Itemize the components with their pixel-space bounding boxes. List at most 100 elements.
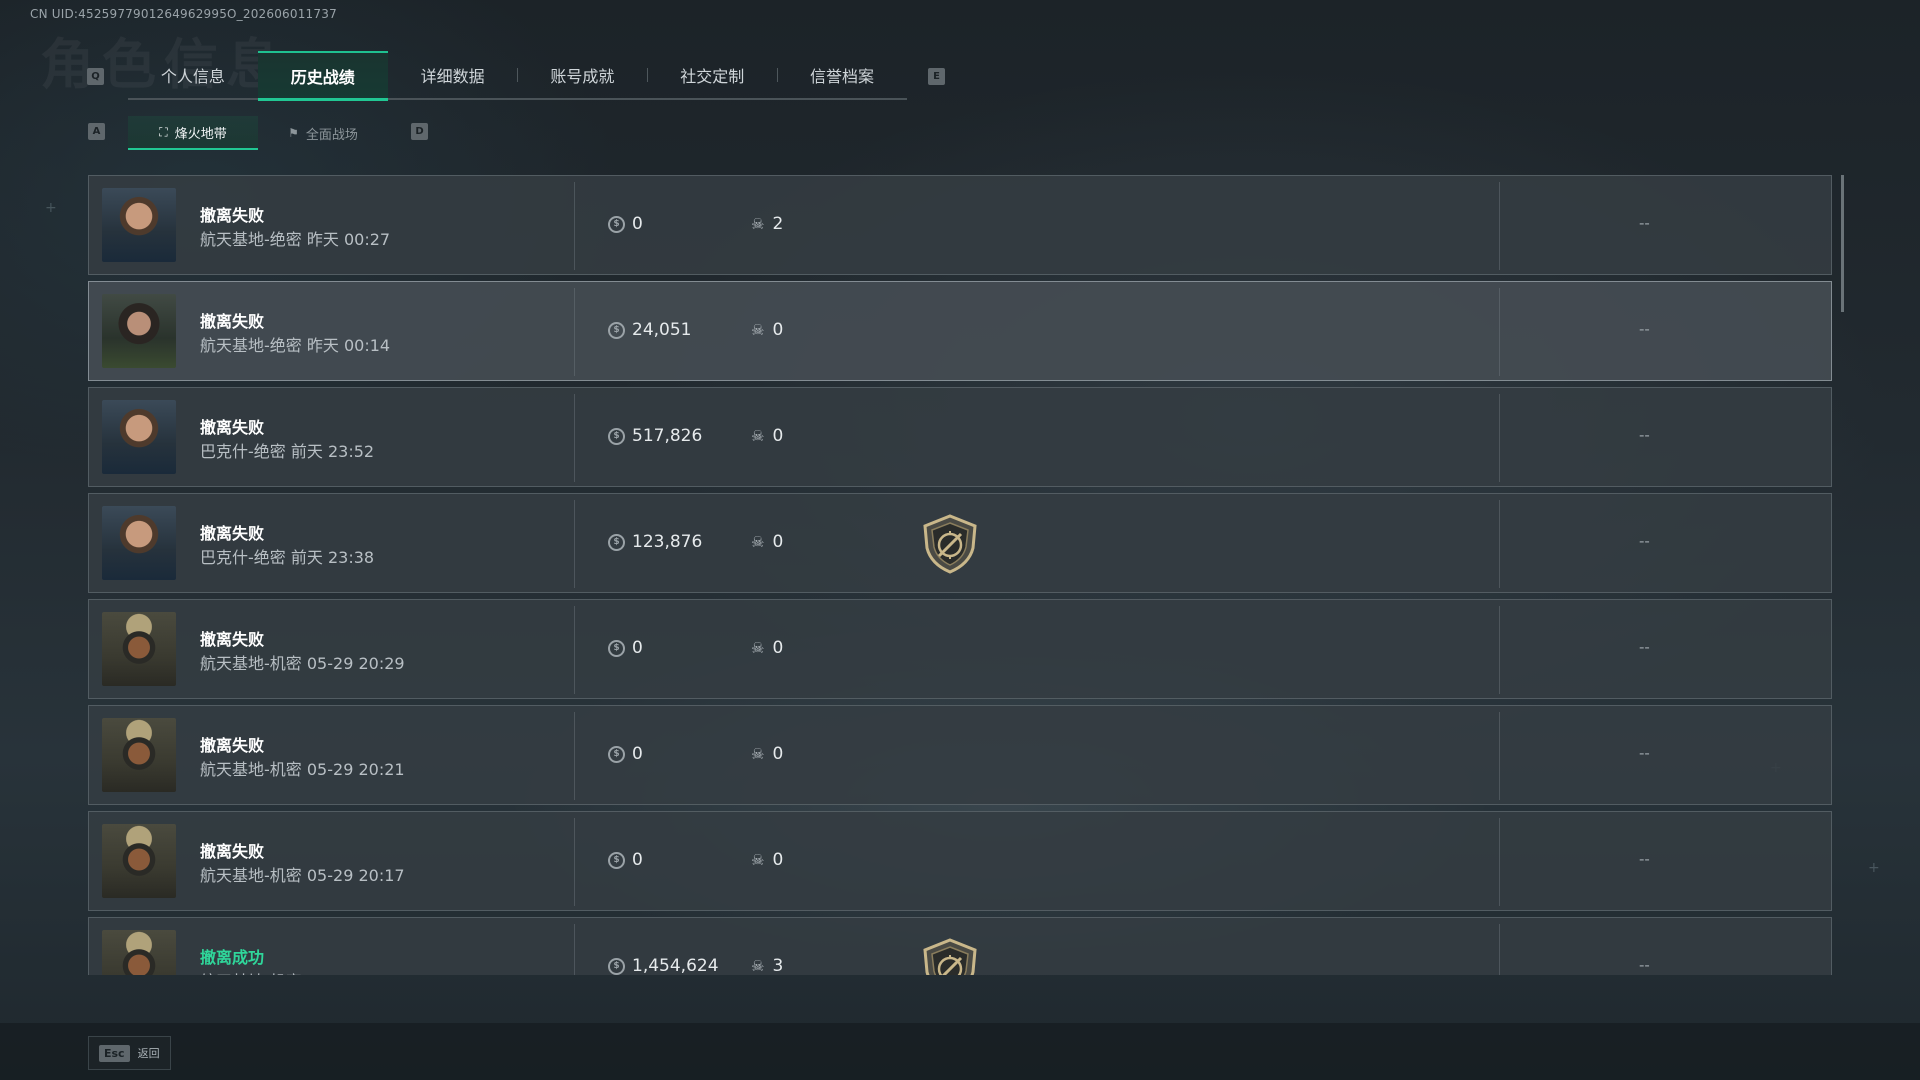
map-name: 航天基地-机密 [200, 972, 302, 975]
kills-value: 0 [772, 744, 784, 764]
match-record-row[interactable]: 撤离失败 航天基地-机密 05-29 20:21 $0 ☠ 0 -- [88, 705, 1832, 805]
match-meta: 航天基地-机密 05-29 20:21 [200, 756, 405, 780]
decor-cross: + [1868, 860, 1880, 876]
money-value: 0 [632, 638, 643, 658]
coin-icon: $ [608, 745, 625, 763]
match-meta: 巴克什-绝密 前天 23:38 [200, 544, 374, 568]
skull-icon: ☠ [751, 215, 765, 233]
extraction-status: 撤离失败 [200, 630, 265, 649]
tab-match-history[interactable]: 历史战绩 [257, 51, 388, 101]
column-divider [574, 712, 575, 800]
coin-icon: $ [608, 639, 625, 657]
kills-value: 0 [772, 532, 784, 552]
skull-icon: ☠ [751, 639, 765, 657]
match-record-row[interactable]: 撤离失败 巴克什-绝密 前天 23:52 $517,826 ☠ 0 -- [88, 387, 1832, 487]
tab-reputation-record[interactable]: 信誉档案 [777, 51, 907, 99]
extraction-status: 撤离失败 [200, 524, 265, 543]
shield-badge-icon[interactable] [921, 514, 979, 574]
money-stat: $0 [608, 744, 643, 764]
column-divider [574, 182, 575, 270]
kills-value: 3 [772, 956, 784, 975]
map-name: 航天基地-绝密 [200, 336, 302, 355]
battlefield-icon: ⚑ [288, 126, 299, 140]
subtab-operations[interactable]: ⛶ 烽火地带 [128, 116, 258, 150]
subtab-warfare[interactable]: ⚑ 全面战场 [258, 116, 388, 150]
match-meta: 航天基地-绝密 昨天 00:27 [200, 226, 390, 250]
extraction-status: 撤离失败 [200, 736, 265, 755]
match-history-list[interactable]: 撤离失败 航天基地-绝密 昨天 00:27 $0 ☠ 2 -- 撤离失败 航天基地-绝密 昨天… [88, 175, 1832, 975]
match-record-row[interactable]: 撤离失败 航天基地-机密 05-29 20:29 $0 ☠ 0 -- [88, 599, 1832, 699]
match-record-row[interactable]: 撤离失败 航天基地-绝密 昨天 00:27 $0 ☠ 2 -- [88, 175, 1832, 275]
tab-social-customization[interactable]: 社交定制 [647, 51, 777, 99]
match-time: 昨天 00:14 [306, 336, 391, 355]
kills-stat: ☠ 0 [751, 532, 783, 552]
extra-value: -- [1639, 638, 1650, 656]
kills-value: 2 [772, 214, 784, 234]
match-record-row[interactable]: 撤离失败 航天基地-绝密 昨天 00:14 $24,051 ☠ 0 -- [88, 281, 1832, 381]
match-record-row[interactable]: 撤离成功航天基地-机密 05-29 19:59$1,454,624☠3-- [88, 917, 1832, 975]
column-divider [1499, 182, 1500, 270]
operator-avatar [102, 294, 176, 368]
extraction-status: 撤离失败 [200, 418, 265, 437]
money-stat: $1,454,624 [608, 956, 719, 975]
match-meta: 巴克什-绝密 前天 23:52 [200, 438, 374, 462]
operator-avatar [102, 824, 176, 898]
shield-badge-icon[interactable] [921, 938, 979, 975]
map-name: 巴克什-绝密 [200, 442, 286, 461]
back-button[interactable]: Esc 返回 [88, 1036, 171, 1070]
kills-value: 0 [772, 426, 784, 446]
mode-subtabs: ⛶ 烽火地带 ⚑ 全面战场 [128, 116, 388, 150]
tab-personal-info[interactable]: 个人信息 [128, 51, 258, 99]
list-scrollbar[interactable] [1841, 175, 1844, 312]
money-value: 0 [632, 850, 643, 870]
column-divider [1499, 500, 1500, 588]
extra-value: -- [1639, 744, 1650, 762]
next-subtab-key-hint[interactable]: D [411, 123, 428, 140]
extraction-status: 撤离失败 [200, 312, 265, 331]
match-time: 05-29 20:21 [306, 760, 405, 779]
money-value: 1,454,624 [632, 956, 719, 975]
coin-icon: $ [608, 851, 625, 869]
kills-stat: ☠ 0 [751, 426, 783, 446]
match-meta: 航天基地-机密 05-29 20:29 [200, 650, 405, 674]
esc-key-hint: Esc [99, 1044, 130, 1062]
map-name: 航天基地-机密 [200, 866, 302, 885]
extra-value: -- [1639, 850, 1650, 868]
column-divider [1499, 712, 1500, 800]
match-record-row[interactable]: 撤离失败 航天基地-机密 05-29 20:17 $0 ☠ 0 -- [88, 811, 1832, 911]
operator-avatar [102, 718, 176, 792]
tab-detailed-data[interactable]: 详细数据 [388, 51, 518, 99]
tab-account-achievements[interactable]: 账号成就 [517, 51, 647, 99]
kills-stat: ☠ 2 [751, 214, 783, 234]
kills-value: 0 [772, 320, 784, 340]
money-stat: $0 [608, 850, 643, 870]
extraction-status: 撤离失败 [200, 842, 265, 861]
coin-icon: $ [608, 533, 625, 551]
money-stat: $0 [608, 214, 643, 234]
operator-avatar [102, 506, 176, 580]
kills-stat: ☠ 3 [751, 956, 783, 975]
extra-value: -- [1639, 426, 1650, 444]
extra-value: -- [1639, 214, 1650, 232]
skull-icon: ☠ [751, 533, 765, 551]
extra-value: -- [1639, 532, 1650, 550]
coin-icon: $ [608, 321, 625, 339]
prev-tab-key-hint[interactable]: Q [87, 68, 104, 85]
match-time: 05-29 20:17 [306, 866, 405, 885]
subtab-operations-label: 烽火地带 [174, 126, 227, 142]
match-time: 05-29 19:59 [307, 972, 405, 975]
money-value: 0 [632, 214, 643, 234]
extraction-status: 撤离成功 [200, 948, 265, 967]
money-stat: $24,051 [608, 320, 691, 340]
operator-avatar [102, 400, 176, 474]
prev-subtab-key-hint[interactable]: A [88, 123, 105, 140]
next-tab-key-hint[interactable]: E [928, 68, 945, 85]
column-divider [1499, 818, 1500, 906]
kills-stat: ☠ 0 [751, 850, 783, 870]
subtab-warfare-label: 全面战场 [305, 127, 358, 143]
operator-avatar [102, 930, 176, 975]
match-record-row[interactable]: 撤离失败 巴克什-绝密 前天 23:38 $123,876 ☠ 0 -- [88, 493, 1832, 593]
uid-label: CN UID:4525977901264962995O_202606011737 [30, 7, 337, 21]
skull-icon: ☠ [751, 851, 765, 869]
column-divider [574, 924, 575, 975]
